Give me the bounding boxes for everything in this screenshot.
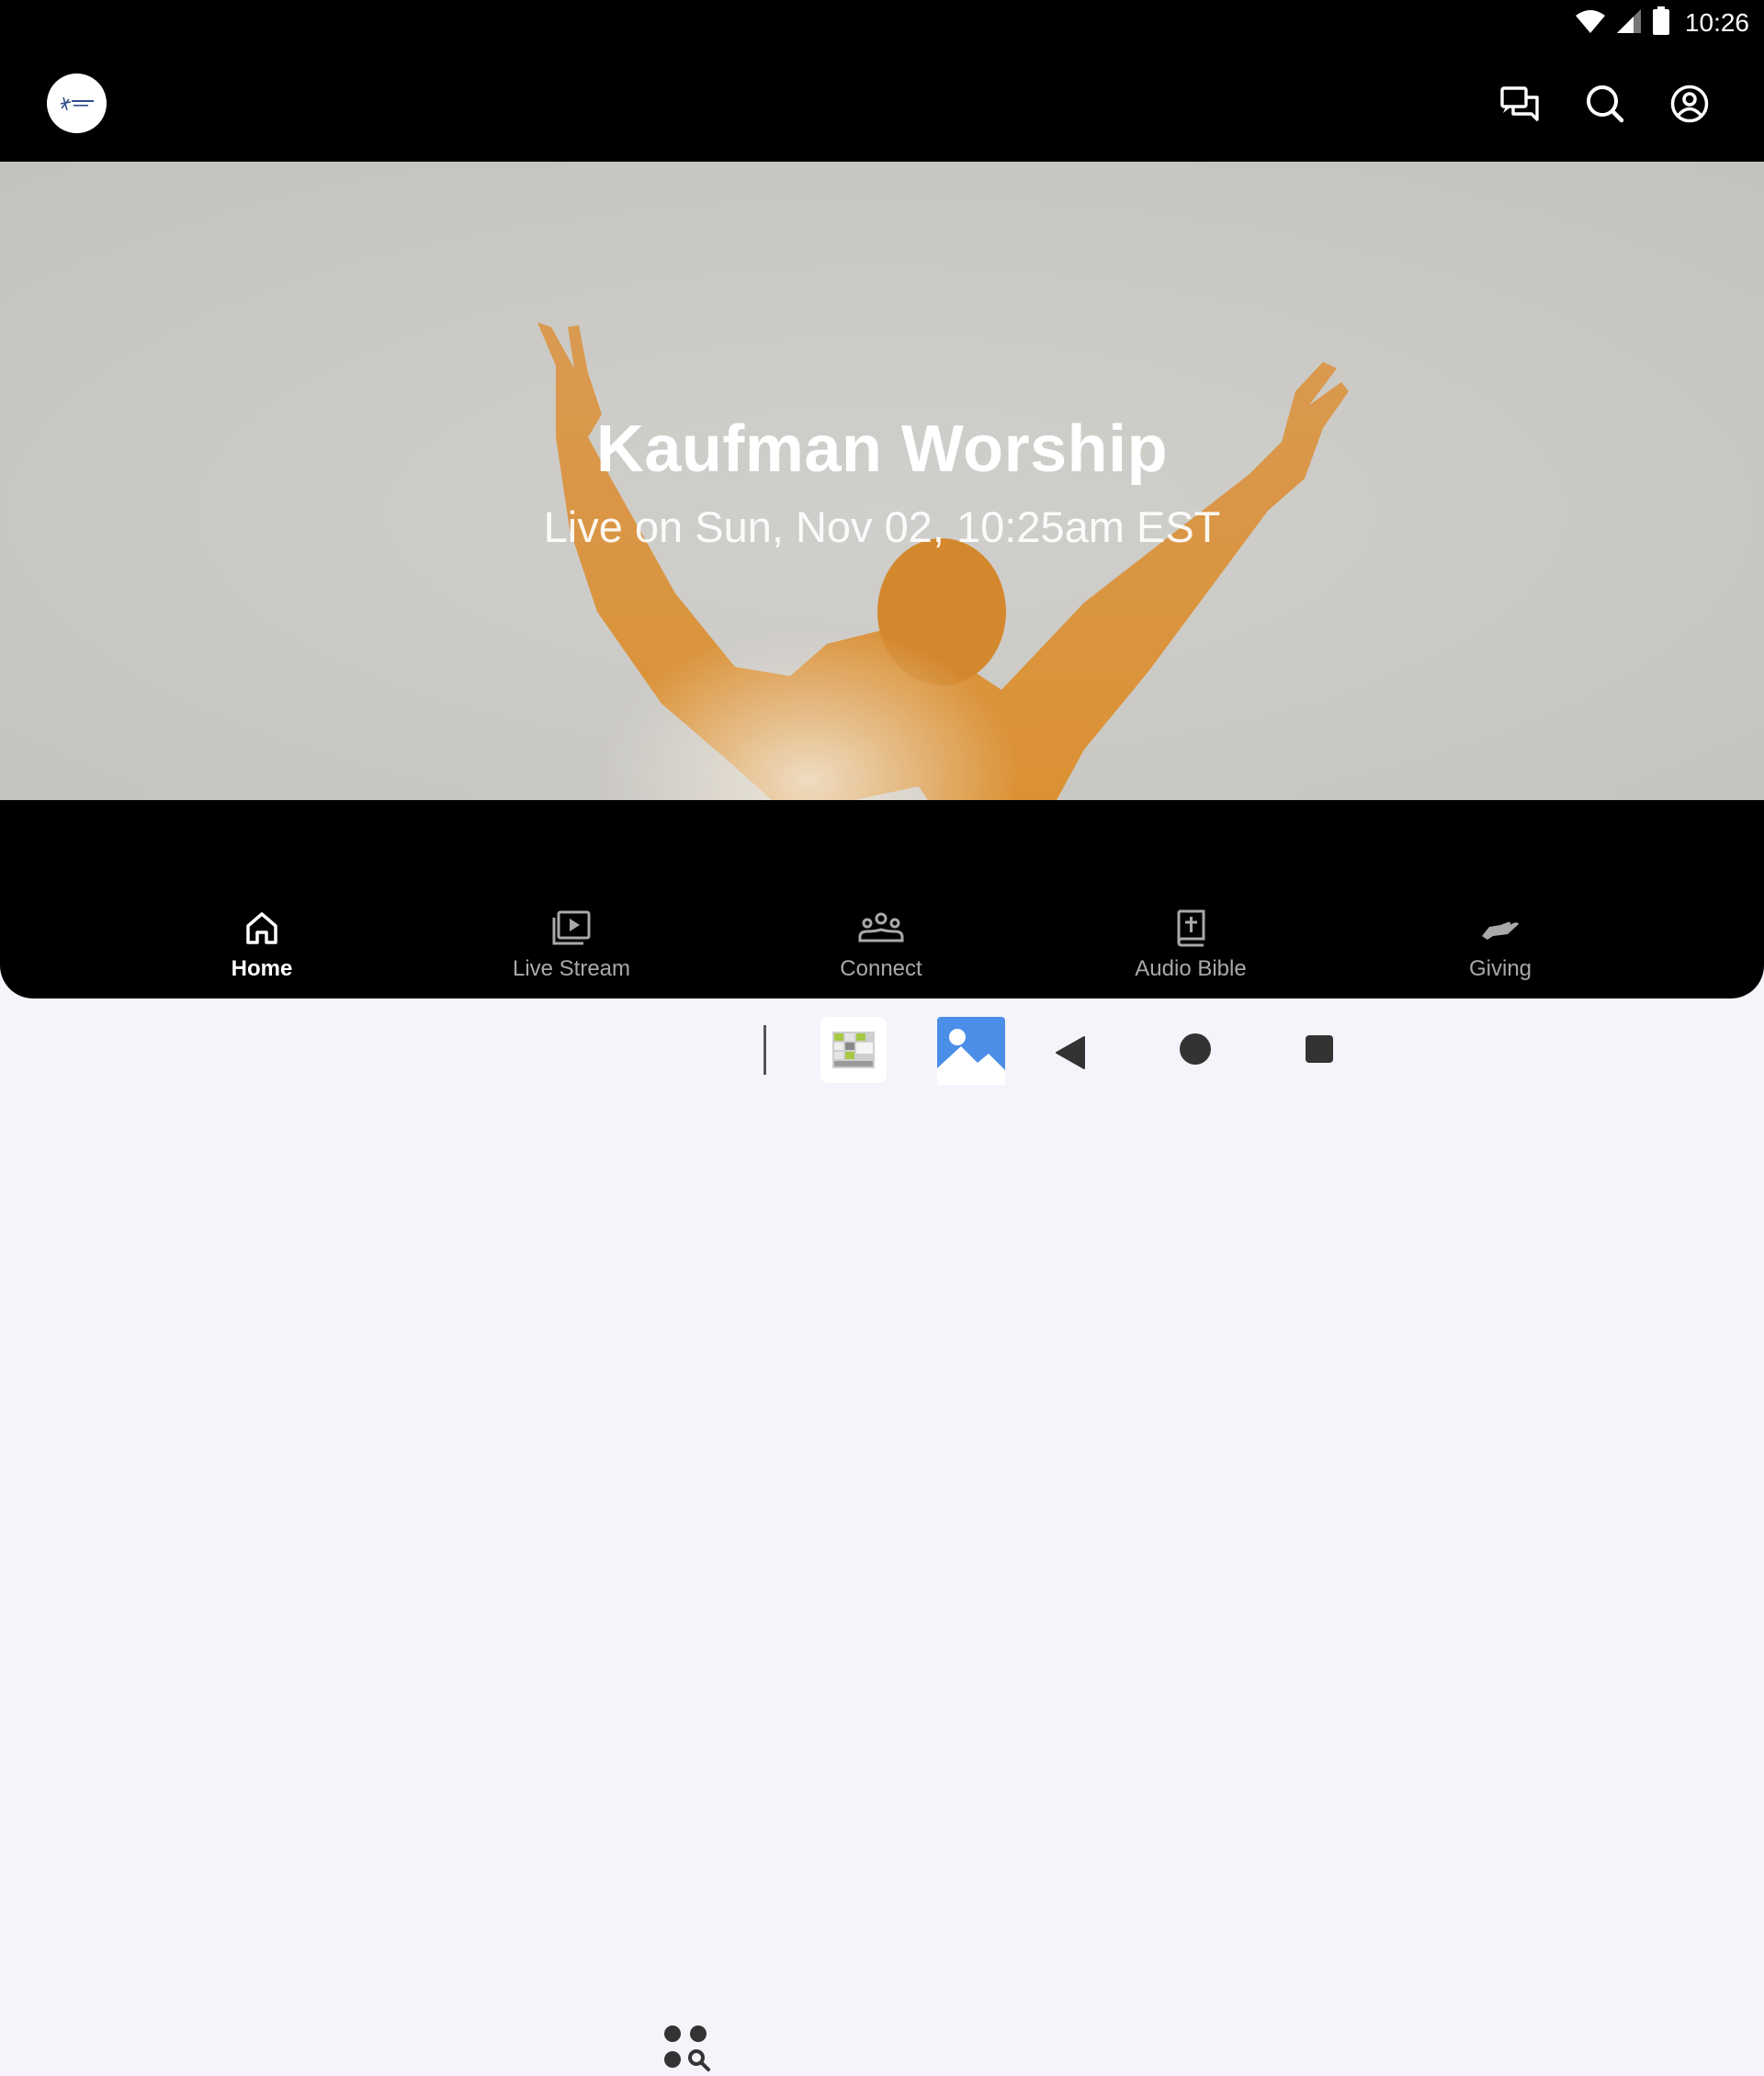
taskbar-divider [763, 1025, 766, 1075]
search-icon [1587, 85, 1624, 123]
recents-button[interactable] [1301, 1031, 1338, 1067]
back-icon [1056, 1036, 1085, 1069]
nav-label-connect: Connect [840, 956, 922, 981]
wifi-icon [1575, 8, 1606, 39]
hero-subtitle: Live on Sun, Nov 02, 10:25am EST [543, 502, 1221, 551]
app-header [0, 46, 1764, 162]
nav-item-audio-bible[interactable]: Audio Bible [1053, 905, 1329, 987]
back-button[interactable] [1049, 1032, 1091, 1074]
home-button[interactable] [1176, 1030, 1215, 1068]
cell-signal-icon [1615, 7, 1643, 39]
giving-hand-icon [1482, 921, 1519, 940]
nav-label-giving: Giving [1468, 956, 1532, 981]
hero-title: Kaufman Worship [595, 412, 1169, 486]
hero-banner[interactable]: Kaufman Worship Live on Sun, Nov 02, 10:… [0, 162, 1764, 800]
account-button[interactable] [1668, 83, 1711, 125]
app-drawer-button[interactable] [660, 2021, 715, 2076]
chat-button[interactable] [1499, 83, 1542, 125]
bible-icon [1177, 909, 1205, 947]
nav-label-home: Home [231, 956, 293, 981]
bottom-navigation: Home Live Stream Connect Audio Bible Giv… [0, 905, 1764, 999]
live-stream-icon [552, 910, 591, 945]
photos-app-button[interactable] [937, 1017, 1005, 1085]
app-drawer-search-icon [664, 2025, 710, 2071]
logo-mark-icon [60, 96, 94, 110]
home-icon [246, 912, 277, 944]
home-circle-icon [1180, 1033, 1211, 1065]
photos-app-icon [937, 1017, 1005, 1085]
people-icon [858, 912, 904, 942]
nav-item-connect[interactable]: Connect [743, 905, 1019, 987]
nav-item-giving[interactable]: Giving [1363, 905, 1638, 987]
system-navigation-bar [0, 999, 1764, 2071]
calendar-app-button[interactable] [820, 1017, 887, 1083]
calendar-app-icon [832, 1032, 875, 1068]
account-icon [1670, 85, 1709, 123]
app-window: 10:26 Kaufman Worship Live on Sun, Nov 0… [0, 0, 1764, 999]
status-bar: 10:26 [0, 0, 1764, 46]
recents-icon [1306, 1035, 1333, 1063]
nav-item-home[interactable]: Home [124, 905, 400, 987]
nav-label-audio-bible: Audio Bible [1135, 956, 1247, 981]
nav-label-live-stream: Live Stream [512, 956, 631, 981]
chat-icon [1500, 86, 1539, 121]
status-time: 10:26 [1684, 8, 1749, 37]
church-logo[interactable] [47, 73, 107, 133]
nav-item-live-stream[interactable]: Live Stream [434, 905, 709, 987]
search-button[interactable] [1584, 83, 1626, 125]
battery-icon [1652, 6, 1670, 40]
